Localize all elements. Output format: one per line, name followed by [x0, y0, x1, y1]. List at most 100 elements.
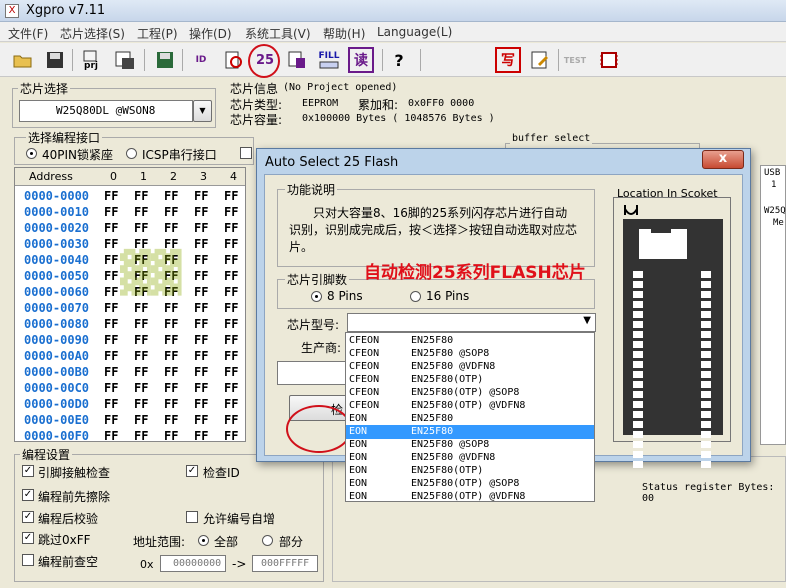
hex-cell[interactable]: FF [104, 317, 118, 331]
hex-cell[interactable]: FF [134, 189, 148, 203]
hex-cell[interactable]: FF [134, 381, 148, 395]
read-id-icon[interactable]: ID [188, 47, 214, 73]
hex-cell[interactable]: FF [194, 429, 208, 441]
hex-cell[interactable]: FF [194, 317, 208, 331]
dropdown-item[interactable]: EON EN25F80(OTP) @SOP8 [346, 477, 594, 491]
hex-cell[interactable]: FF [134, 205, 148, 219]
hex-cell[interactable]: FF [104, 333, 118, 347]
hex-cell[interactable]: FF [224, 349, 238, 363]
dropdown-item[interactable]: EON EN25F80 [346, 425, 594, 439]
dropdown-item[interactable]: EON EN25F80 @VDFN8 [346, 451, 594, 465]
read-icon[interactable]: 读 [348, 47, 374, 73]
hex-cell[interactable]: FF [224, 301, 238, 315]
hex-cell[interactable]: FF [134, 317, 148, 331]
hex-cell[interactable]: FF [164, 237, 178, 251]
fill-icon[interactable]: FILL [316, 47, 342, 73]
hex-cell[interactable]: FF [104, 429, 118, 441]
chip-model-select[interactable]: ▼ [347, 313, 596, 332]
menu-chip-select[interactable]: 芯片选择(S) [60, 25, 125, 42]
hex-cell[interactable]: FF [224, 397, 238, 411]
menu-system-tools[interactable]: 系统工具(V) [245, 25, 311, 42]
maker-field[interactable] [277, 361, 347, 385]
dropdown-item[interactable]: CFEON EN25F80 @VDFN8 [346, 360, 594, 374]
hex-cell[interactable]: FF [164, 381, 178, 395]
dropdown-item[interactable]: EON EN25F80 [346, 412, 594, 426]
project-icon[interactable]: prj [78, 47, 104, 73]
write-icon[interactable]: 写 [495, 47, 521, 73]
dropdown-item[interactable]: EON EN25F80(OTP) @VDFN8 [346, 490, 594, 501]
hex-cell[interactable]: FF [104, 253, 118, 267]
hex-cell[interactable]: FF [164, 413, 178, 427]
interface-checkbox[interactable] [240, 147, 252, 159]
hex-cell[interactable]: FF [104, 237, 118, 251]
hex-cell[interactable]: FF [164, 397, 178, 411]
hex-cell[interactable]: FF [194, 381, 208, 395]
hex-cell[interactable]: FF [134, 397, 148, 411]
dropdown-item[interactable]: EON EN25F80(OTP) [346, 464, 594, 478]
hex-cell[interactable]: FF [194, 397, 208, 411]
allow-serial-checkbox[interactable] [186, 511, 198, 523]
dropdown-item[interactable]: EON EN25F80 @SOP8 [346, 438, 594, 452]
addr-from-input[interactable]: 00000000 [160, 555, 226, 572]
hex-cell[interactable]: FF [104, 221, 118, 235]
hex-cell[interactable]: FF [134, 333, 148, 347]
test-icon[interactable]: TEST [562, 47, 588, 73]
hex-cell[interactable]: FF [104, 205, 118, 219]
chip-select-dropdown-button[interactable]: ▼ [193, 100, 212, 122]
menu-language[interactable]: Language(L) [377, 25, 452, 39]
hex-cell[interactable]: FF [224, 221, 238, 235]
menu-project[interactable]: 工程(P) [137, 25, 178, 42]
chip-select-field[interactable]: W25Q80DL @WSON8 [19, 100, 193, 122]
hex-cell[interactable]: FF [224, 429, 238, 441]
save-icon[interactable] [42, 47, 68, 73]
interface-icsp-radio[interactable] [126, 148, 137, 159]
hex-cell[interactable]: FF [134, 429, 148, 441]
hex-cell[interactable]: FF [224, 269, 238, 283]
hex-cell[interactable]: FF [104, 413, 118, 427]
hex-cell[interactable]: FF [164, 189, 178, 203]
dropdown-item[interactable]: CFEON EN25F80 @SOP8 [346, 347, 594, 361]
hex-cell[interactable]: FF [194, 365, 208, 379]
dropdown-item[interactable]: CFEON EN25F80(OTP) @SOP8 [346, 386, 594, 400]
hex-cell[interactable]: FF [164, 429, 178, 441]
check-id-checkbox[interactable]: ✓ [186, 465, 198, 477]
chip-icon[interactable] [596, 47, 622, 73]
verify-after-checkbox[interactable]: ✓ [22, 511, 34, 523]
hex-cell[interactable]: FF [134, 349, 148, 363]
skip-ff-checkbox[interactable]: ✓ [22, 532, 34, 544]
hex-cell[interactable]: FF [104, 365, 118, 379]
interface-40pin-radio[interactable] [26, 148, 37, 159]
hex-cell[interactable]: FF [134, 365, 148, 379]
menu-file[interactable]: 文件(F) [8, 25, 48, 42]
edit-icon[interactable] [527, 47, 553, 73]
hex-cell[interactable]: FF [224, 317, 238, 331]
hex-cell[interactable]: FF [164, 349, 178, 363]
hex-cell[interactable]: FF [104, 285, 118, 299]
dialog-close-button[interactable]: x [702, 150, 744, 169]
hex-cell[interactable]: FF [224, 381, 238, 395]
hex-cell[interactable]: FF [164, 221, 178, 235]
hex-cell[interactable]: FF [104, 301, 118, 315]
pins-8-radio[interactable] [311, 291, 322, 302]
hex-cell[interactable]: FF [194, 349, 208, 363]
addr-to-input[interactable]: 000FFFFF [252, 555, 318, 572]
pins-16-radio[interactable] [410, 291, 421, 302]
erase-icon[interactable] [220, 47, 246, 73]
hex-cell[interactable]: FF [224, 413, 238, 427]
dropdown-item[interactable]: CFEON EN25F80(OTP) @VDFN8 [346, 399, 594, 413]
hex-cell[interactable]: FF [104, 269, 118, 283]
addr-all-radio[interactable] [198, 535, 209, 546]
pin-check-checkbox[interactable]: ✓ [22, 465, 34, 477]
hex-cell[interactable]: FF [224, 205, 238, 219]
hex-cell[interactable]: FF [104, 349, 118, 363]
hex-cell[interactable]: FF [224, 365, 238, 379]
hex-cell[interactable]: FF [164, 333, 178, 347]
hex-cell[interactable]: FF [104, 397, 118, 411]
hex-cell[interactable]: FF [194, 333, 208, 347]
menu-help[interactable]: 帮助(H) [323, 25, 365, 42]
dropdown-item[interactable]: CFEON EN25F80(OTP) [346, 373, 594, 387]
hex-cell[interactable]: FF [134, 237, 148, 251]
open-folder-icon[interactable] [10, 47, 36, 73]
hex-cell[interactable]: FF [194, 189, 208, 203]
hex-cell[interactable]: FF [194, 413, 208, 427]
